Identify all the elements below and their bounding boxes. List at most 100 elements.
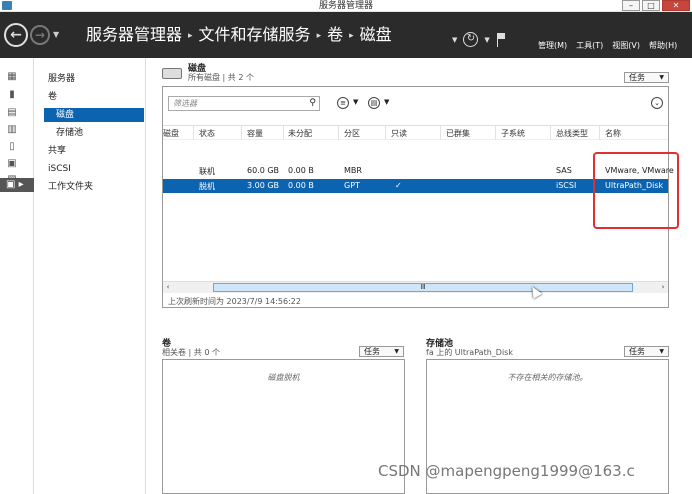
window-controls: – □ ✕	[622, 0, 690, 11]
column-header-bus-type[interactable]: 总线类型	[556, 128, 588, 139]
all-servers-icon[interactable]: ▤	[6, 108, 18, 118]
column-header-disk[interactable]: 磁盘	[163, 128, 179, 139]
back-button[interactable]: ←	[4, 23, 28, 47]
breadcrumb-separator-icon: ▸	[349, 30, 354, 41]
column-header-clustered[interactable]: 已群集	[446, 128, 470, 139]
last-refreshed-text: 上次刷新时间为 2023/7/9 14:56:22	[168, 297, 301, 306]
iis-icon[interactable]: ▯	[6, 142, 18, 152]
column-separator[interactable]	[440, 126, 441, 140]
chevron-down-icon: ▼	[394, 348, 399, 355]
remote-access-icon[interactable]: ▣	[6, 159, 18, 169]
sidebar: 服务器 卷 磁盘 存储池 共享 iSCSI 工作文件夹	[34, 58, 146, 494]
notifications-flag-icon[interactable]	[496, 32, 506, 47]
column-separator[interactable]	[495, 126, 496, 140]
dropdown-icon[interactable]: ▼	[452, 36, 457, 44]
chevron-down-icon[interactable]: ▼	[353, 98, 358, 106]
sidebar-item-work-folders[interactable]: 工作文件夹	[48, 180, 93, 194]
column-header-readonly[interactable]: 只读	[391, 128, 407, 139]
minimize-button[interactable]: –	[622, 0, 640, 11]
sidebar-item-servers[interactable]: 服务器	[48, 72, 75, 86]
expand-collapse-icon[interactable]: ⌄	[651, 97, 663, 109]
tasks-label: 任务	[629, 73, 645, 82]
breadcrumb-item[interactable]: 磁盘	[360, 25, 392, 44]
menu-bar: 管理(M) 工具(T) 视图(V) 帮助(H)	[538, 40, 677, 51]
cell-readonly: ✓	[395, 181, 402, 190]
cell-bus-type: iSCSI	[556, 181, 577, 190]
storage-pool-tasks-button[interactable]: 任务 ▼	[624, 346, 669, 357]
scroll-left-icon[interactable]: ‹	[163, 282, 173, 293]
volumes-tasks-button[interactable]: 任务 ▼	[359, 346, 404, 357]
column-separator[interactable]	[283, 126, 284, 140]
file-storage-icon[interactable]: ▥	[6, 125, 18, 135]
column-separator[interactable]	[338, 126, 339, 140]
maximize-button[interactable]: □	[642, 0, 660, 11]
scrollbar-thumb[interactable]: Ⅲ	[213, 283, 633, 292]
chevron-down-icon[interactable]: ▼	[384, 98, 389, 106]
dashboard-icon[interactable]: ▦	[6, 72, 18, 82]
breadcrumb-separator-icon: ▸	[188, 30, 193, 41]
group-options-icon[interactable]: ▤	[368, 97, 380, 109]
breadcrumb-item[interactable]: 文件和存储服务	[199, 25, 311, 44]
disks-tasks-button[interactable]: 任务 ▼	[624, 72, 669, 83]
cell-bus-type: SAS	[556, 166, 572, 175]
breadcrumb-separator-icon: ▸	[316, 30, 322, 41]
watermark: CSDN @mapengpeng1999@163.c	[378, 462, 635, 480]
column-header-partition[interactable]: 分区	[344, 128, 360, 139]
window-title: 服务器管理器	[318, 1, 373, 11]
list-options-icon[interactable]: ≡	[337, 97, 349, 109]
column-separator[interactable]	[599, 126, 600, 140]
breadcrumb-item[interactable]: 卷	[327, 25, 343, 44]
local-server-icon[interactable]: ▮	[6, 90, 18, 100]
storage-pool-section-subtitle: fa 上的 UltraPath_Disk	[426, 348, 513, 357]
forward-button[interactable]: →	[30, 25, 50, 45]
sidebar-item-iscsi[interactable]: iSCSI	[48, 162, 71, 176]
dropdown-icon[interactable]: ▼	[484, 36, 489, 44]
menu-tools[interactable]: 工具(T)	[576, 40, 603, 51]
column-header-subsystem[interactable]: 子系统	[501, 128, 525, 139]
chevron-down-icon: ▼	[659, 74, 664, 81]
menu-help[interactable]: 帮助(H)	[649, 40, 677, 51]
volumes-empty-message: 磁盘脱机	[267, 373, 300, 382]
close-button[interactable]: ✕	[662, 0, 690, 11]
column-header-unallocated[interactable]: 未分配	[288, 128, 312, 139]
filter-placeholder: 筛选器	[173, 99, 197, 108]
column-separator[interactable]	[241, 126, 242, 140]
volumes-section-subtitle: 相关卷 | 共 0 个	[162, 348, 220, 357]
cell-unallocated: 0.00 B	[288, 181, 314, 190]
cell-partition: MBR	[344, 166, 362, 175]
menu-manage[interactable]: 管理(M)	[538, 40, 567, 51]
menu-view[interactable]: 视图(V)	[612, 40, 640, 51]
tasks-label: 任务	[629, 347, 645, 356]
breadcrumb-item[interactable]: 服务器管理器	[86, 25, 182, 44]
header-bar: ← → ▼ 服务器管理器 ▸ 文件和存储服务 ▸ 卷 ▸ 磁盘 ▼ ↻ ▼ 管理(M) 工具…	[0, 12, 692, 58]
highlight-annotation-box	[593, 152, 679, 229]
sidebar-item-volumes[interactable]: 卷	[48, 90, 57, 104]
title-bar: 服务器管理器 – □ ✕	[0, 0, 692, 12]
column-header-status[interactable]: 状态	[199, 128, 215, 139]
column-header-capacity[interactable]: 容量	[247, 128, 263, 139]
cell-status: 联机	[199, 167, 215, 176]
sidebar-item-disks[interactable]: 磁盘	[44, 108, 144, 122]
sidebar-item-shares[interactable]: 共享	[48, 144, 66, 158]
scroll-right-icon[interactable]: ›	[658, 282, 668, 293]
volumes-panel: 磁盘脱机	[162, 359, 405, 494]
storage-pool-empty-message: 不存在相关的存储池。	[507, 373, 588, 382]
table-header: 磁盘 状态 容量 未分配 分区 只读 已群集 子系统 总线类型 名称	[163, 125, 668, 140]
column-separator[interactable]	[193, 126, 194, 140]
disk-icon	[162, 68, 182, 79]
horizontal-scrollbar[interactable]: ‹ Ⅲ ›	[163, 281, 668, 293]
sidebar-item-storage-pools[interactable]: 存储池	[56, 126, 83, 140]
column-header-name[interactable]: 名称	[605, 128, 621, 139]
cell-partition: GPT	[344, 181, 360, 190]
history-dropdown-icon[interactable]: ▼	[53, 30, 59, 39]
cell-unallocated: 0.00 B	[288, 166, 314, 175]
disks-section-subtitle: 所有磁盘 | 共 2 个	[188, 73, 254, 82]
column-separator[interactable]	[385, 126, 386, 140]
column-separator[interactable]	[550, 126, 551, 140]
nav-icon-strip: ▦ ▮ ▤ ▥ ▯ ▣ ▧ ▣ ▸	[0, 58, 34, 494]
refresh-icon[interactable]: ↻	[463, 32, 479, 47]
search-icon[interactable]: ⚲	[309, 97, 316, 110]
main-content: 磁盘 所有磁盘 | 共 2 个 任务 ▼ 筛选器 ⚲ ≡ ▼ ▤ ▼ ⌄ 磁盘 状…	[146, 58, 692, 494]
filter-input[interactable]: 筛选器 ⚲	[168, 96, 320, 111]
file-storage-services-icon[interactable]: ▣ ▸	[0, 178, 34, 192]
